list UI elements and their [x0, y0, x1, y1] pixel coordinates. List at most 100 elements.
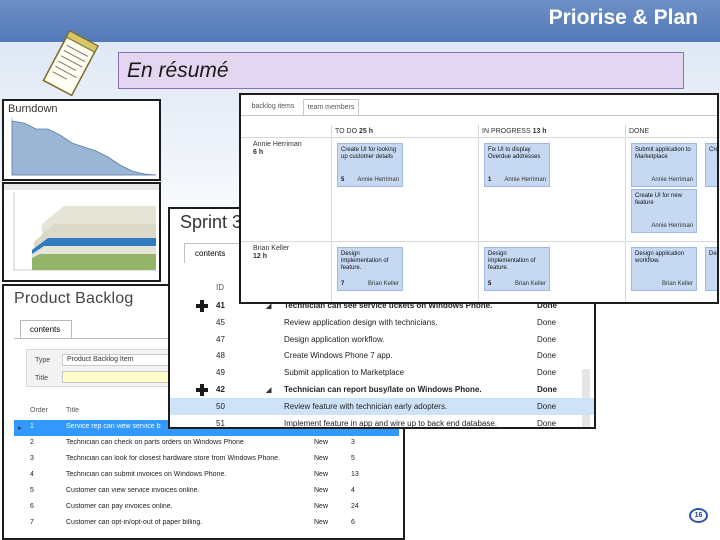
task-card-title: Submit application to Marketplace	[635, 147, 691, 160]
sprint-row[interactable]: 45 Review application design with technic…	[170, 314, 594, 331]
backlog-order-cell: 3	[30, 455, 34, 462]
task-card[interactable]: Submit application to Marketplace Annie H…	[631, 143, 697, 187]
backlog-tab-contents[interactable]: contents	[20, 320, 72, 338]
sprint-row[interactable]: 47 Design application workflow. Done	[170, 331, 594, 348]
board-divider	[478, 125, 479, 302]
burndown-chart-screenshot: Burndown	[2, 99, 161, 181]
task-card[interactable]: Create UI for looking up customer detail…	[337, 143, 403, 187]
backlog-effort-cell: 4	[351, 487, 355, 494]
board-divider	[625, 125, 626, 302]
backlog-order-cell: 2	[30, 439, 34, 446]
backlog-effort-cell: 3	[351, 439, 355, 446]
person-name: Brian Keller	[253, 245, 290, 252]
subtitle-text: En résumé	[127, 59, 229, 82]
board-tab-team-members[interactable]: team members	[303, 99, 359, 115]
sprint-id-cell: 48	[216, 351, 225, 361]
subtitle-banner: En résumé	[118, 52, 684, 89]
backlog-order-cell: 4	[30, 471, 34, 478]
backlog-order-cell: 7	[30, 519, 34, 526]
sprint-state-cell: Done	[537, 418, 557, 428]
sprint-state-cell: Done	[537, 385, 557, 394]
task-card-title: Design implementation of feature.	[488, 251, 536, 271]
sprint-id-header: ID	[216, 283, 224, 292]
task-card[interactable]: Fix UI to display Overdue addresses 1 Anni…	[484, 143, 550, 187]
task-card-owner: Brian Keller	[367, 281, 399, 287]
backlog-row[interactable]: 3 Technician can look for closest hardwar…	[14, 452, 399, 468]
task-card[interactable]: Design implementation of feature. 7 Brian …	[337, 247, 403, 291]
column-inprogress-hours: 13 h	[532, 128, 547, 135]
task-card-owner: Brian Keller	[514, 281, 546, 287]
person-hours: 6 h	[253, 149, 264, 156]
sprint-state-cell: Done	[537, 368, 557, 378]
task-card[interactable]: Design implementation of feature. 5 Brian …	[484, 247, 550, 291]
task-card-title: Design implementation of feature.	[341, 251, 389, 271]
backlog-row[interactable]: 5 Customer can view service invoices onli…	[14, 484, 399, 500]
row-pointer-icon: ▸	[18, 425, 22, 432]
backlog-row[interactable]: 7 Customer can opt-in/opt-out of paper bi…	[14, 516, 399, 532]
sprint-title-cell: Design application workflow.	[284, 334, 385, 344]
backlog-state-cell: New	[314, 455, 329, 462]
backlog-effort-cell: 24	[351, 503, 359, 510]
backlog-title-cell: Customer can pay invoices online.	[66, 503, 173, 510]
filter-title-input[interactable]	[62, 371, 172, 383]
backlog-state-cell: New	[314, 487, 329, 494]
sprint-row[interactable]: 51 Implement feature in app and wire up t…	[170, 415, 594, 428]
person-hours: 12 h	[253, 253, 268, 260]
task-card-title: Fix UI to display Overdue addresses	[488, 147, 541, 160]
add-plus-icon[interactable]	[196, 384, 208, 396]
backlog-row[interactable]: 6 Customer can pay invoices online. New 24	[14, 500, 399, 516]
column-todo-header: TO DO 25 h	[335, 128, 373, 135]
backlog-effort-cell: 6	[351, 519, 355, 526]
backlog-state-cell: New	[314, 519, 329, 526]
person-name: Annie Herriman	[253, 141, 302, 148]
sprint-row[interactable]: 48 Create Windows Phone 7 app. Done	[170, 347, 594, 364]
task-card-title: Creat	[709, 147, 719, 153]
cumulative-flow-chart-screenshot	[2, 182, 161, 282]
column-todo-label: TO DO	[335, 128, 358, 135]
sprint-id-cell: 51	[216, 418, 225, 428]
task-card[interactable]: Design application workflow. Brian Keller	[631, 247, 697, 291]
sprint-row[interactable]: ◢ 42 Technician can report busy/late on Wi…	[170, 381, 594, 398]
board-divider	[331, 125, 332, 302]
column-order-header[interactable]: Order	[30, 407, 55, 414]
sprint-tab-contents[interactable]: contents	[184, 243, 240, 263]
sprint-id-cell: 42	[216, 385, 225, 394]
add-plus-icon[interactable]	[196, 300, 208, 312]
task-card-owner: Annie Herriman	[504, 177, 546, 183]
task-card[interactable]: Create UI for new feature Annie Herriman	[631, 189, 697, 233]
sprint-row[interactable]: 49 Submit application to Marketplace Done	[170, 364, 594, 381]
backlog-state-cell: New	[314, 471, 329, 478]
person-annie-herriman[interactable]: Annie Herriman 6 h	[253, 141, 302, 156]
backlog-row[interactable]: 2 Technician can check on parts orders on…	[14, 436, 399, 452]
filter-type-label: Type	[35, 357, 51, 364]
backlog-title-cell: Customer can view service invoices onlin…	[66, 487, 200, 494]
backlog-order-cell: 6	[30, 503, 34, 510]
sprint-title-cell: Implement feature in app and wire up to …	[284, 418, 498, 428]
backlog-title-cell: Customer can opt-in/opt-out of paper bil…	[66, 519, 203, 526]
filter-type-select[interactable]: Product Backlog Item	[62, 354, 172, 366]
backlog-effort-cell: 5	[351, 455, 355, 462]
task-card[interactable]: Desi impl	[705, 247, 717, 291]
task-card-owner: Annie Herriman	[357, 177, 399, 183]
board-tab-backlog-items[interactable]: backlog items	[247, 99, 299, 115]
sprint-state-cell: Done	[537, 334, 557, 344]
task-card-title: Create UI for new feature	[635, 193, 683, 206]
slide-title: Priorise & Plan	[548, 6, 698, 29]
board-tab-divider	[241, 115, 717, 116]
backlog-title: Product Backlog	[14, 290, 134, 307]
task-card-remaining: 1	[488, 177, 492, 183]
task-card[interactable]: Creat	[705, 143, 719, 187]
board-divider	[241, 241, 717, 242]
person-brian-keller[interactable]: Brian Keller 12 h	[253, 245, 289, 260]
backlog-title-cell: Technician can submit invoices on Window…	[66, 471, 227, 478]
backlog-row[interactable]: 4 Technician can submit invoices on Windo…	[14, 468, 399, 484]
column-todo-hours: 25 h	[359, 128, 374, 135]
sprint-row[interactable]: 50 Review feature with technician early a…	[170, 397, 594, 415]
sprint-id-cell: 50	[216, 401, 225, 411]
sprint-id-cell: 49	[216, 368, 225, 378]
expand-triangle-icon[interactable]: ◢	[266, 386, 271, 394]
filter-title-label: Title	[35, 375, 48, 382]
backlog-order-cell: 1	[30, 423, 34, 430]
task-card-title: Design application workflow.	[635, 251, 685, 264]
sprint-state-cell: Done	[537, 351, 557, 361]
